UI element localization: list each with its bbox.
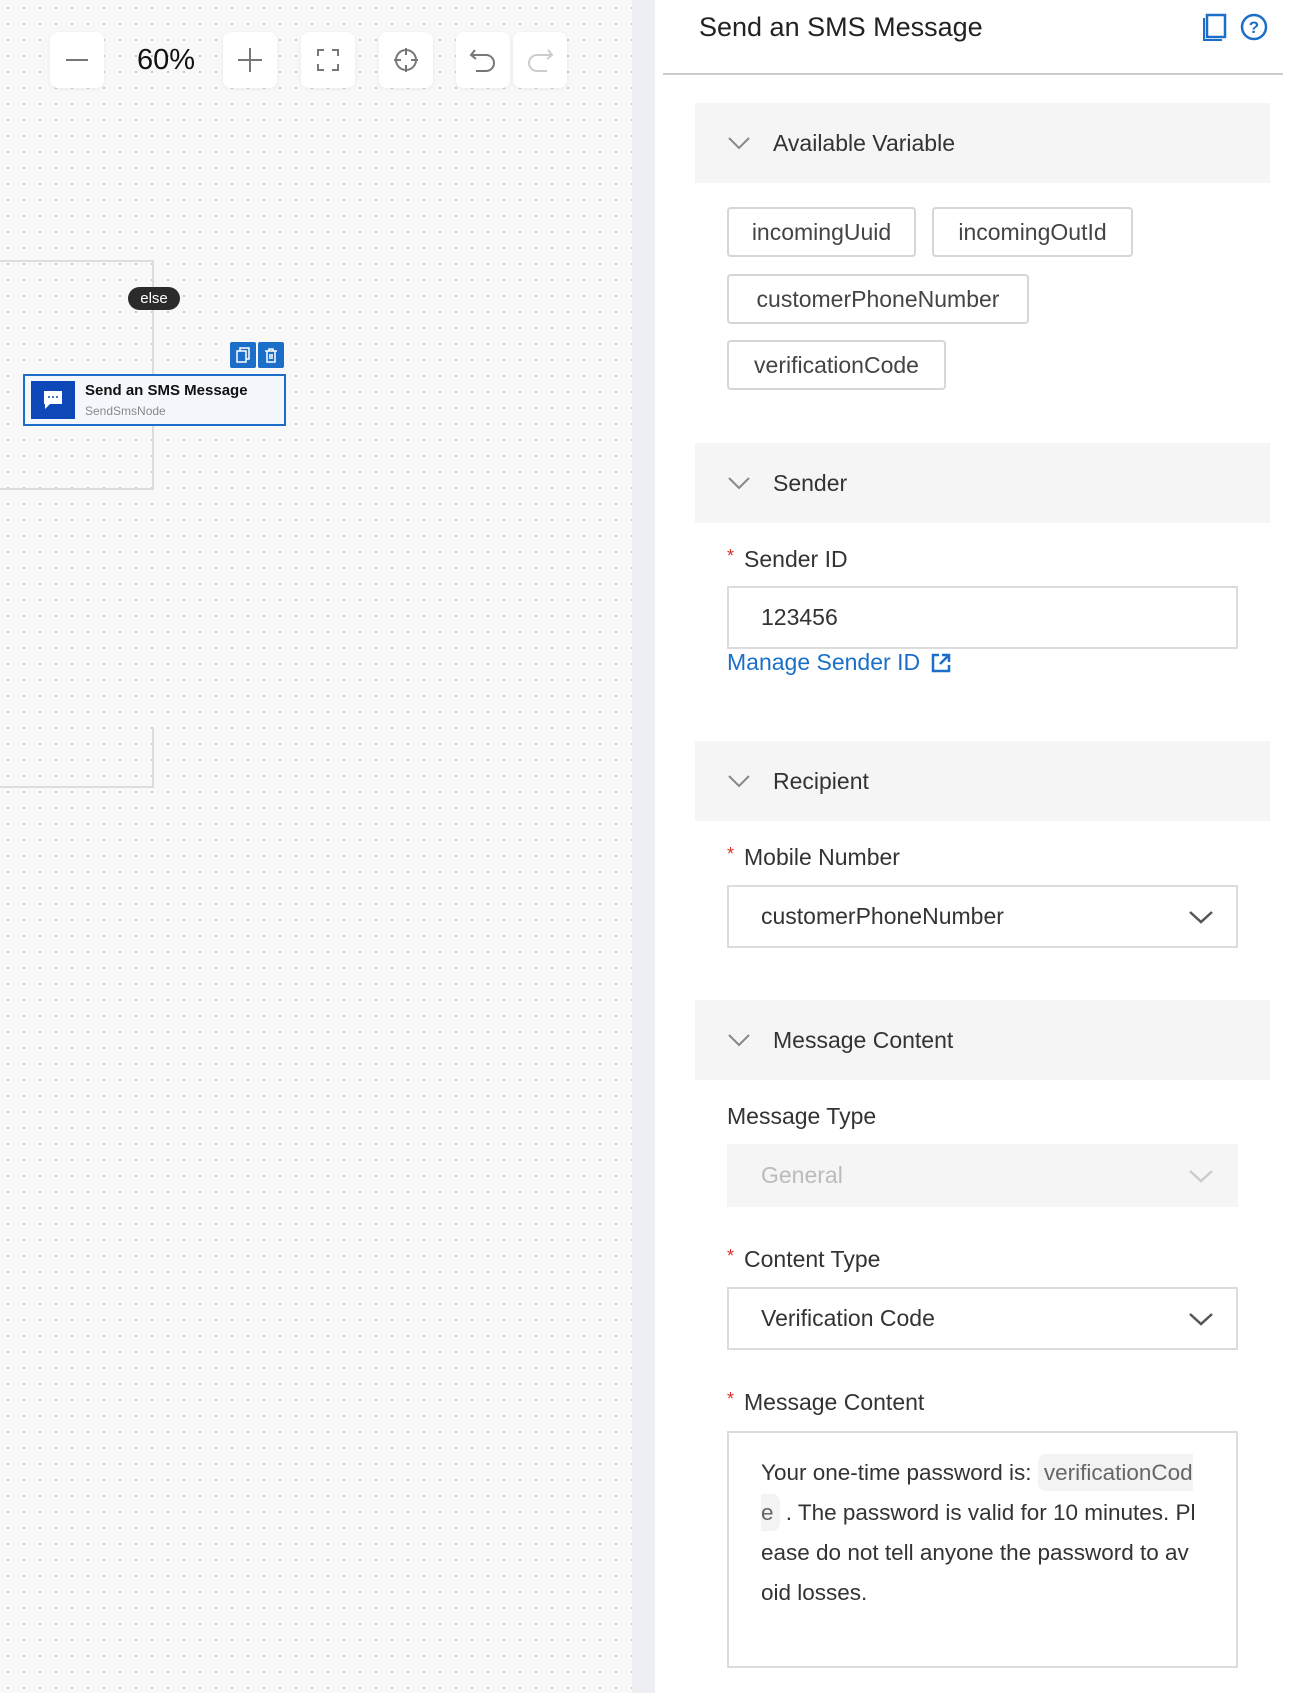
label-text: Message Content xyxy=(744,1389,925,1415)
redo-button[interactable] xyxy=(513,32,567,88)
node-type: SendSmsNode xyxy=(85,404,166,418)
message-text: . The password is valid for 10 minutes. … xyxy=(761,1500,1196,1605)
label-text: Content Type xyxy=(744,1246,881,1272)
select-value: Verification Code xyxy=(761,1305,935,1331)
section-available-variable[interactable]: Available Variable xyxy=(695,103,1270,183)
plus-icon xyxy=(238,48,262,72)
variable-chip[interactable]: customerPhoneNumber xyxy=(727,274,1029,324)
header-divider xyxy=(663,73,1283,75)
section-title: Message Content xyxy=(773,1026,954,1053)
sms-node[interactable]: Send an SMS Message SendSmsNode xyxy=(23,374,286,426)
label-text: Sender ID xyxy=(744,546,848,572)
undo-icon xyxy=(469,49,495,72)
center-button[interactable] xyxy=(379,32,433,88)
chevron-down-icon xyxy=(728,775,750,788)
copy-icon xyxy=(236,347,250,363)
zoom-level: 60% xyxy=(136,43,196,76)
variable-chip[interactable]: incomingUuid xyxy=(727,207,916,257)
mobile-number-label: * Mobile Number xyxy=(727,844,900,871)
input-value: 123456 xyxy=(761,604,838,630)
message-type-select: General xyxy=(727,1144,1238,1207)
label-text: Mobile Number xyxy=(744,844,900,870)
chevron-down-icon xyxy=(728,1034,750,1047)
help-icon[interactable]: ? xyxy=(1240,13,1268,41)
message-content-label: * Message Content xyxy=(727,1389,924,1416)
section-recipient[interactable]: Recipient xyxy=(695,741,1270,821)
fullscreen-icon xyxy=(317,49,339,71)
chevron-down-icon xyxy=(728,477,750,490)
message-text: Your one-time password is: xyxy=(761,1460,1038,1485)
chevron-down-icon xyxy=(1189,910,1213,924)
required-mark: * xyxy=(727,844,735,864)
manage-sender-id-link[interactable]: Manage Sender ID xyxy=(727,649,952,676)
redo-icon xyxy=(528,49,554,72)
section-sender[interactable]: Sender xyxy=(695,443,1270,523)
select-value: customerPhoneNumber xyxy=(761,903,1004,929)
section-title: Recipient xyxy=(773,767,869,794)
trash-icon xyxy=(265,348,277,363)
section-message-content[interactable]: Message Content xyxy=(695,1000,1270,1080)
sender-id-label: * Sender ID xyxy=(727,546,848,573)
mobile-number-select[interactable]: customerPhoneNumber xyxy=(727,885,1238,948)
fit-view-button[interactable] xyxy=(301,32,355,88)
node-title: Send an SMS Message xyxy=(85,382,248,399)
zoom-in-button[interactable] xyxy=(223,32,277,88)
svg-text:?: ? xyxy=(1249,18,1259,37)
message-content-editor[interactable]: Your one-time password is: verificationC… xyxy=(727,1431,1238,1668)
flow-canvas[interactable] xyxy=(0,0,632,1693)
required-mark: * xyxy=(727,1389,735,1409)
section-title: Sender xyxy=(773,469,848,496)
delete-node-button[interactable] xyxy=(258,342,284,368)
sender-id-input[interactable]: 123456 xyxy=(727,586,1238,649)
copy-node-button[interactable] xyxy=(230,342,256,368)
content-type-label: * Content Type xyxy=(727,1246,880,1273)
content-type-select[interactable]: Verification Code xyxy=(727,1287,1238,1350)
link-text: Manage Sender ID xyxy=(727,649,921,675)
variable-chip[interactable]: verificationCode xyxy=(727,340,946,390)
variable-chip[interactable]: incomingOutId xyxy=(932,207,1133,257)
minus-icon xyxy=(66,59,88,61)
panel-splitter[interactable] xyxy=(632,0,655,1693)
required-mark: * xyxy=(727,546,735,566)
message-type-label: Message Type xyxy=(727,1103,877,1129)
external-link-icon xyxy=(931,653,951,672)
docs-icon[interactable] xyxy=(1202,13,1228,41)
sms-icon xyxy=(31,381,75,419)
flow-edge xyxy=(0,728,154,788)
undo-button[interactable] xyxy=(456,32,510,88)
required-mark: * xyxy=(727,1246,735,1266)
crosshair-icon xyxy=(394,48,418,72)
zoom-out-button[interactable] xyxy=(50,32,104,88)
chevron-down-icon xyxy=(728,137,750,150)
section-title: Available Variable xyxy=(773,129,955,156)
panel-title: Send an SMS Message xyxy=(699,12,983,42)
select-value: General xyxy=(761,1162,843,1188)
chevron-down-icon xyxy=(1189,1312,1213,1326)
chevron-down-icon xyxy=(1189,1169,1213,1183)
edge-label: else xyxy=(128,287,180,310)
